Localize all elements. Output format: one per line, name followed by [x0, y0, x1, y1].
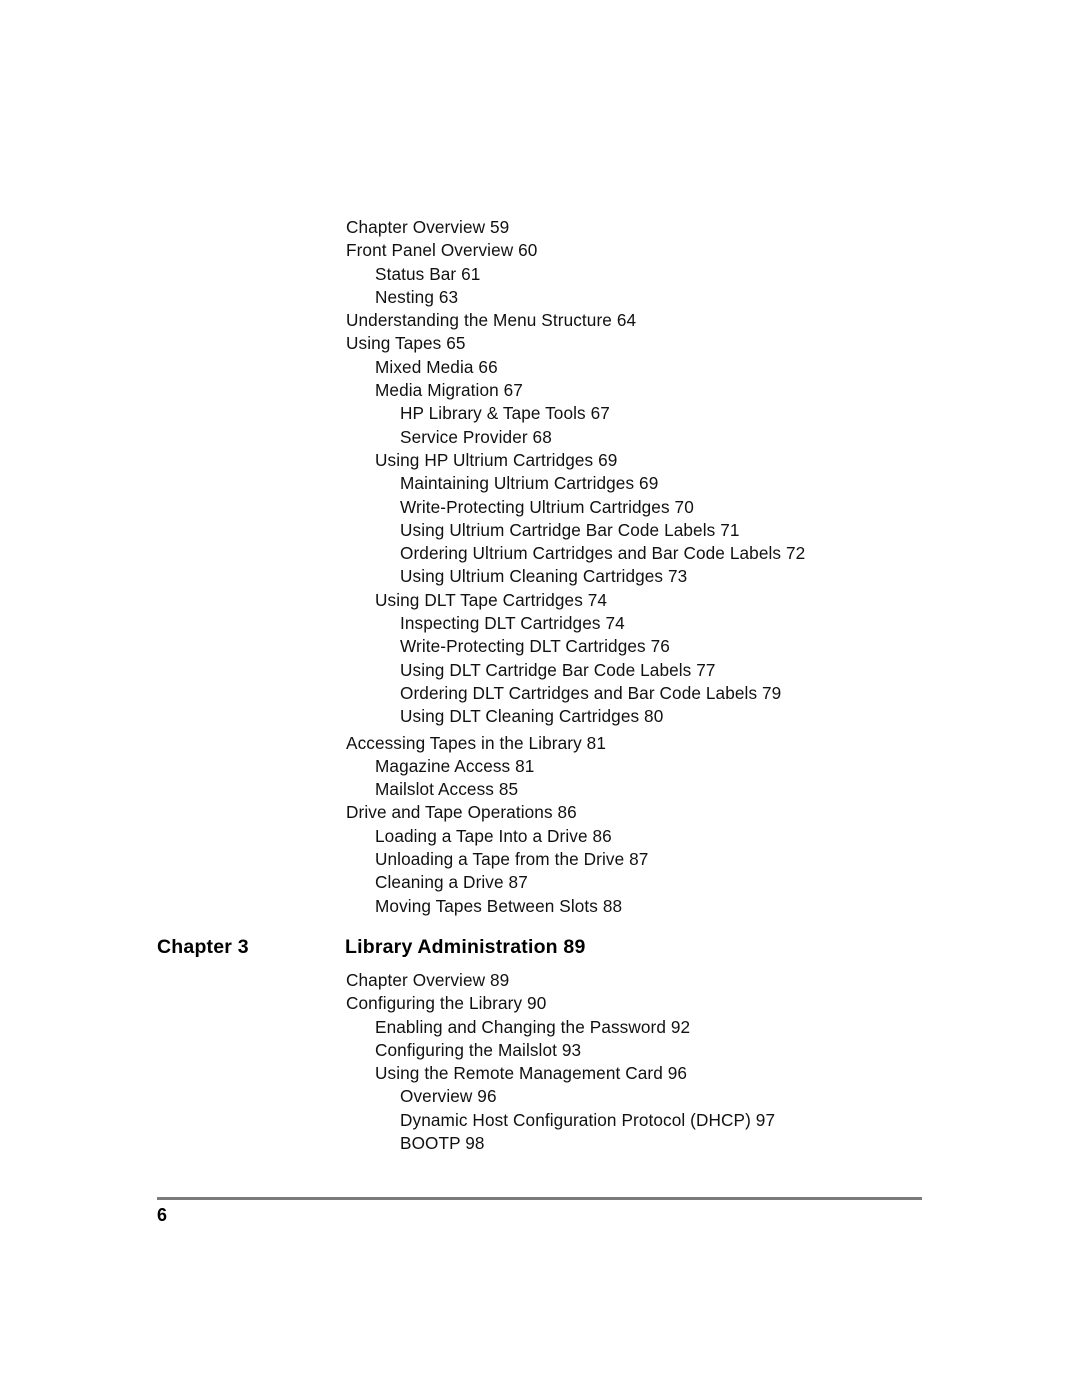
toc-entry[interactable]: Mailslot Access 85	[0, 778, 1080, 801]
toc-list-lower: Chapter Overview 89 Configuring the Libra…	[0, 969, 1080, 1155]
toc-entry[interactable]: HP Library & Tape Tools 67	[0, 402, 1080, 425]
toc-entry[interactable]: Magazine Access 81	[0, 755, 1080, 778]
toc-entry[interactable]: Chapter Overview 59	[0, 216, 1080, 239]
toc-entry[interactable]: Using DLT Cartridge Bar Code Labels 77	[0, 659, 1080, 682]
toc-entry[interactable]: Maintaining Ultrium Cartridges 69	[0, 472, 1080, 495]
toc-entry[interactable]: Cleaning a Drive 87	[0, 871, 1080, 894]
toc-entry[interactable]: Moving Tapes Between Slots 88	[0, 895, 1080, 918]
chapter-number-label: Chapter 3	[157, 936, 249, 958]
toc-entry[interactable]: Using Tapes 65	[0, 332, 1080, 355]
toc-entry[interactable]: Using DLT Tape Cartridges 74	[0, 589, 1080, 612]
toc-entry[interactable]: Enabling and Changing the Password 92	[0, 1016, 1080, 1039]
toc-entry[interactable]: Using the Remote Management Card 96	[0, 1062, 1080, 1085]
toc-entry[interactable]: Using HP Ultrium Cartridges 69	[0, 449, 1080, 472]
toc-entry[interactable]: BOOTP 98	[0, 1132, 1080, 1155]
toc-entry[interactable]: Configuring the Library 90	[0, 992, 1080, 1015]
chapter-title-entry[interactable]: Library Administration 89	[345, 936, 586, 959]
toc-entry[interactable]: Ordering DLT Cartridges and Bar Code Lab…	[0, 682, 1080, 705]
toc-entry[interactable]: Nesting 63	[0, 286, 1080, 309]
page-number: 6	[157, 1205, 168, 1225]
toc-entry[interactable]: Using Ultrium Cartridge Bar Code Labels …	[0, 519, 1080, 542]
toc-entry[interactable]: Drive and Tape Operations 86	[0, 801, 1080, 824]
toc-entry[interactable]: Accessing Tapes in the Library 81	[0, 732, 1080, 755]
toc-list-upper: Chapter Overview 59 Front Panel Overview …	[0, 216, 1080, 918]
toc-entry[interactable]: Service Provider 68	[0, 426, 1080, 449]
footer-divider-rule	[157, 1197, 922, 1200]
toc-entry[interactable]: Configuring the Mailslot 93	[0, 1039, 1080, 1062]
toc-entry[interactable]: Write-Protecting DLT Cartridges 76	[0, 635, 1080, 658]
toc-entry[interactable]: Chapter Overview 89	[0, 969, 1080, 992]
toc-entry[interactable]: Media Migration 67	[0, 379, 1080, 402]
toc-entry[interactable]: Dynamic Host Configuration Protocol (DHC…	[0, 1109, 1080, 1132]
toc-entry[interactable]: Inspecting DLT Cartridges 74	[0, 612, 1080, 635]
chapter-heading-row: Chapter 3 Library Administration 89	[0, 936, 1080, 966]
toc-entry[interactable]: Loading a Tape Into a Drive 86	[0, 825, 1080, 848]
toc-entry[interactable]: Using DLT Cleaning Cartridges 80	[0, 705, 1080, 728]
toc-entry[interactable]: Unloading a Tape from the Drive 87	[0, 848, 1080, 871]
toc-entry[interactable]: Understanding the Menu Structure 64	[0, 309, 1080, 332]
document-page: Chapter Overview 59 Front Panel Overview …	[0, 0, 1080, 1397]
toc-entry[interactable]: Ordering Ultrium Cartridges and Bar Code…	[0, 542, 1080, 565]
toc-entry[interactable]: Front Panel Overview 60	[0, 239, 1080, 262]
toc-entry[interactable]: Mixed Media 66	[0, 356, 1080, 379]
toc-entry[interactable]: Overview 96	[0, 1085, 1080, 1108]
toc-entry[interactable]: Using Ultrium Cleaning Cartridges 73	[0, 565, 1080, 588]
toc-entry[interactable]: Status Bar 61	[0, 263, 1080, 286]
toc-entry[interactable]: Write-Protecting Ultrium Cartridges 70	[0, 496, 1080, 519]
